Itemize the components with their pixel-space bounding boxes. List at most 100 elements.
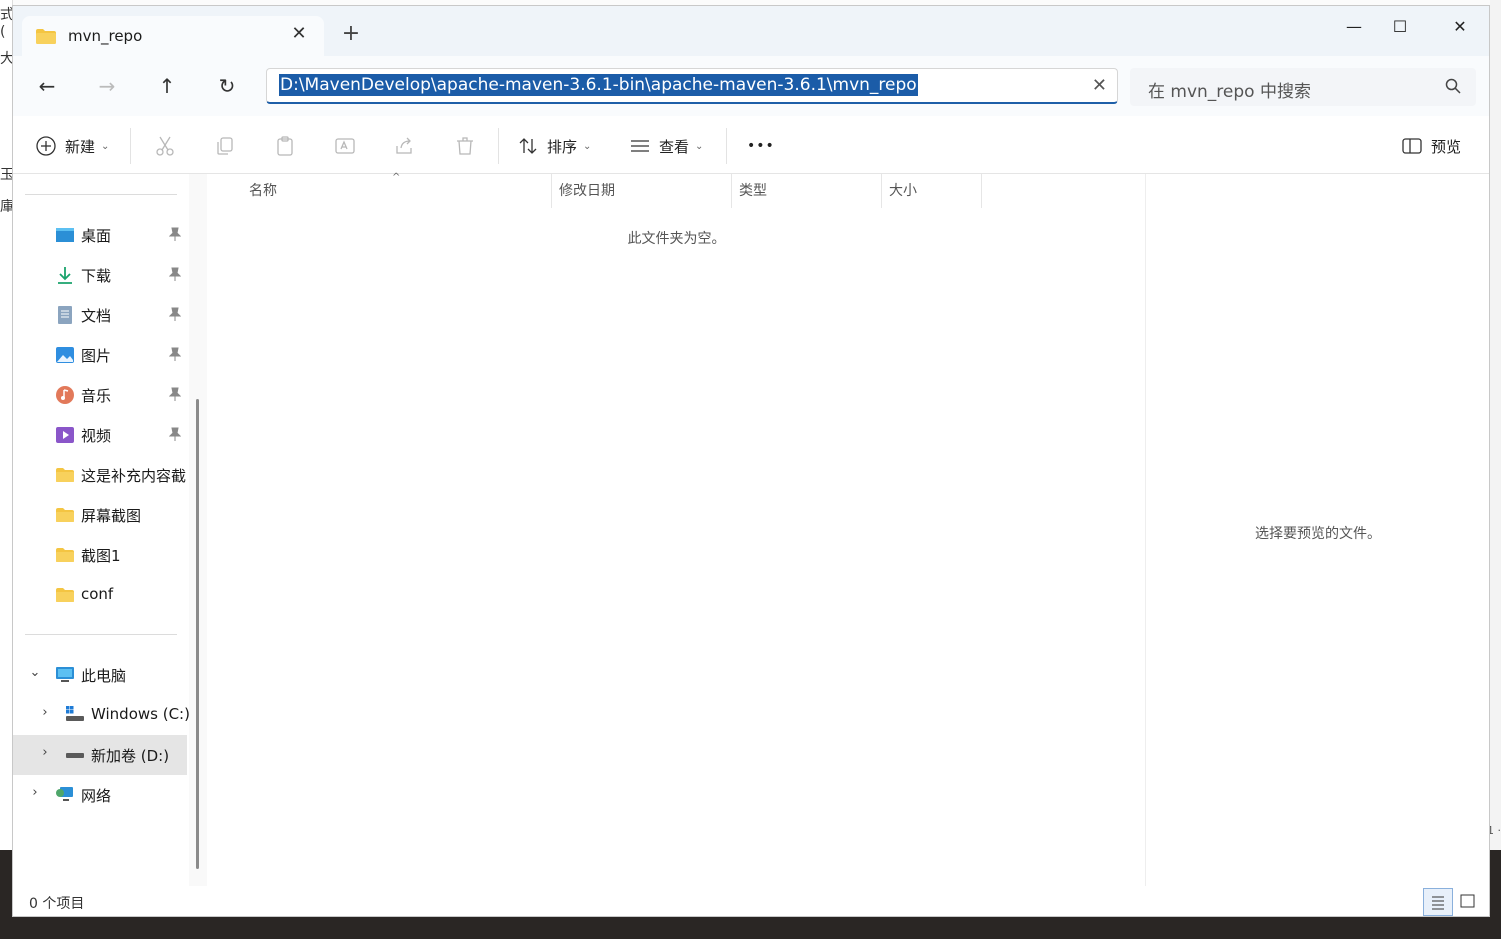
preview-pane: 选择要预览的文件。: [1145, 174, 1489, 886]
more-options-button[interactable]: •••: [747, 133, 775, 159]
sidebar-item-label: 音乐: [81, 387, 112, 405]
sidebar-item-label: 桌面: [81, 227, 112, 245]
copy-icon[interactable]: [213, 134, 237, 158]
column-divider[interactable]: [731, 174, 732, 208]
folder-icon: [36, 29, 56, 44]
sort-label: 排序: [547, 137, 578, 156]
sort-button[interactable]: 排序 ⌄: [517, 133, 591, 159]
column-divider[interactable]: [981, 174, 982, 208]
folder-icon: [56, 588, 74, 602]
new-tab-button[interactable]: +: [339, 22, 363, 46]
sidebar-item-folder[interactable]: 这是补充内容截: [13, 455, 187, 495]
drive-icon: [66, 753, 84, 758]
network-icon: [56, 787, 73, 801]
sidebar-item-documents[interactable]: 文档: [13, 295, 187, 335]
maximize-button[interactable]: ☐: [1377, 14, 1423, 40]
sidebar-item-folder[interactable]: 截图1: [13, 535, 187, 575]
chevron-right-icon[interactable]: ›: [28, 785, 42, 800]
delete-icon[interactable]: [453, 134, 477, 158]
pin-icon[interactable]: [169, 307, 181, 321]
chevron-right-icon[interactable]: ›: [38, 705, 52, 720]
command-bar: 新建 ⌄ 排序 ⌄ 查看 ⌄ ••• 预览: [13, 116, 1489, 174]
column-header-size[interactable]: 大小: [889, 180, 917, 210]
sidebar-item-videos[interactable]: 视频: [13, 415, 187, 455]
divider: [726, 128, 727, 164]
sidebar-item-folder[interactable]: 屏幕截图: [13, 495, 187, 535]
tab-title: mvn_repo: [68, 27, 143, 45]
view-button[interactable]: 查看 ⌄: [629, 133, 703, 159]
preview-message: 选择要预览的文件。: [1255, 526, 1381, 542]
close-tab-icon[interactable]: ✕: [289, 23, 309, 44]
column-divider[interactable]: [881, 174, 882, 208]
address-path[interactable]: D:\MavenDevelop\apache-maven-3.6.1-bin\a…: [279, 74, 918, 96]
folder-icon: [56, 548, 74, 562]
cut-icon[interactable]: [153, 134, 177, 158]
scrollbar-thumb[interactable]: [196, 399, 199, 869]
pin-icon[interactable]: [169, 267, 181, 281]
sidebar-item-label: conf: [81, 585, 114, 603]
divider: [498, 128, 499, 164]
column-header-type[interactable]: 类型: [739, 180, 767, 210]
pin-icon[interactable]: [169, 387, 181, 401]
divider: [130, 128, 131, 164]
sidebar-item-drive-c[interactable]: › Windows (C:): [13, 695, 190, 735]
share-icon[interactable]: [393, 134, 417, 158]
new-label: 新建: [65, 137, 96, 156]
sidebar-item-desktop[interactable]: 桌面: [13, 215, 187, 255]
music-icon: [56, 386, 74, 404]
forward-button[interactable]: →: [90, 70, 124, 102]
close-window-button[interactable]: ✕: [1437, 14, 1483, 40]
divider: [25, 194, 177, 195]
sidebar-item-conf[interactable]: conf: [13, 575, 187, 615]
sort-ascending-icon: ^: [392, 172, 401, 183]
view-list-icon: [631, 140, 649, 152]
sidebar-item-downloads[interactable]: 下载: [13, 255, 187, 295]
column-divider[interactable]: [551, 174, 552, 208]
computer-icon: [56, 667, 74, 682]
address-bar[interactable]: D:\MavenDevelop\apache-maven-3.6.1-bin\a…: [266, 68, 1118, 104]
back-button[interactable]: ←: [30, 70, 64, 102]
sidebar-item-drive-d[interactable]: › 新加卷 (D:): [13, 735, 187, 775]
new-button[interactable]: 新建 ⌄: [35, 133, 109, 159]
rename-icon[interactable]: [333, 134, 357, 158]
sidebar-item-pictures[interactable]: 图片: [13, 335, 187, 375]
details-view-button[interactable]: [1423, 888, 1453, 916]
pin-icon[interactable]: [169, 427, 181, 441]
sidebar-item-label: 屏幕截图: [81, 507, 142, 525]
chevron-right-icon[interactable]: ›: [38, 745, 52, 760]
pin-icon[interactable]: [169, 347, 181, 361]
search-box[interactable]: 在 mvn_repo 中搜索: [1130, 68, 1476, 106]
column-header-date-modified[interactable]: 修改日期: [559, 180, 615, 210]
navigation-pane: 桌面 下载 文档 图片 音乐 视频 这是补充内容截 屏幕截图 截图1 conf …: [13, 174, 190, 886]
tab-mvn-repo[interactable]: mvn_repo ✕: [22, 16, 324, 56]
paste-icon[interactable]: [273, 134, 297, 158]
preview-pane-button[interactable]: 预览: [1401, 133, 1461, 159]
video-icon: [56, 427, 74, 443]
plus-circle-icon: [36, 136, 56, 156]
folder-icon: [56, 468, 74, 482]
large-icons-view-button[interactable]: [1454, 888, 1484, 916]
minimize-button[interactable]: —: [1331, 14, 1377, 40]
up-button[interactable]: ↑: [150, 70, 184, 102]
sidebar-item-network[interactable]: › 网络: [13, 775, 187, 815]
chevron-down-icon: ⌄: [101, 140, 110, 152]
tiles-view-icon: [1460, 894, 1475, 908]
search-icon[interactable]: [1444, 77, 1462, 95]
column-header-name[interactable]: 名称: [249, 180, 277, 210]
sidebar-item-label: 截图1: [81, 547, 121, 565]
empty-folder-message: 此文件夹为空。: [627, 231, 726, 247]
clear-address-icon[interactable]: ✕: [1092, 75, 1107, 96]
sidebar-item-music[interactable]: 音乐: [13, 375, 187, 415]
chevron-down-icon[interactable]: ⌄: [28, 665, 42, 680]
pin-icon[interactable]: [169, 227, 181, 241]
chevron-down-icon: ⌄: [583, 140, 592, 152]
sidebar-scrollbar[interactable]: [189, 174, 207, 886]
refresh-button[interactable]: ↻: [210, 70, 244, 102]
sidebar-item-label: Windows (C:): [91, 705, 190, 723]
item-count: 0 个项目: [29, 896, 85, 912]
preview-label: 预览: [1431, 137, 1462, 156]
status-bar: 0 个项目: [13, 886, 1489, 916]
search-placeholder[interactable]: 在 mvn_repo 中搜索: [1148, 77, 1311, 102]
sidebar-item-label: 网络: [81, 787, 112, 805]
sidebar-item-this-pc[interactable]: ⌄ 此电脑: [13, 655, 187, 695]
